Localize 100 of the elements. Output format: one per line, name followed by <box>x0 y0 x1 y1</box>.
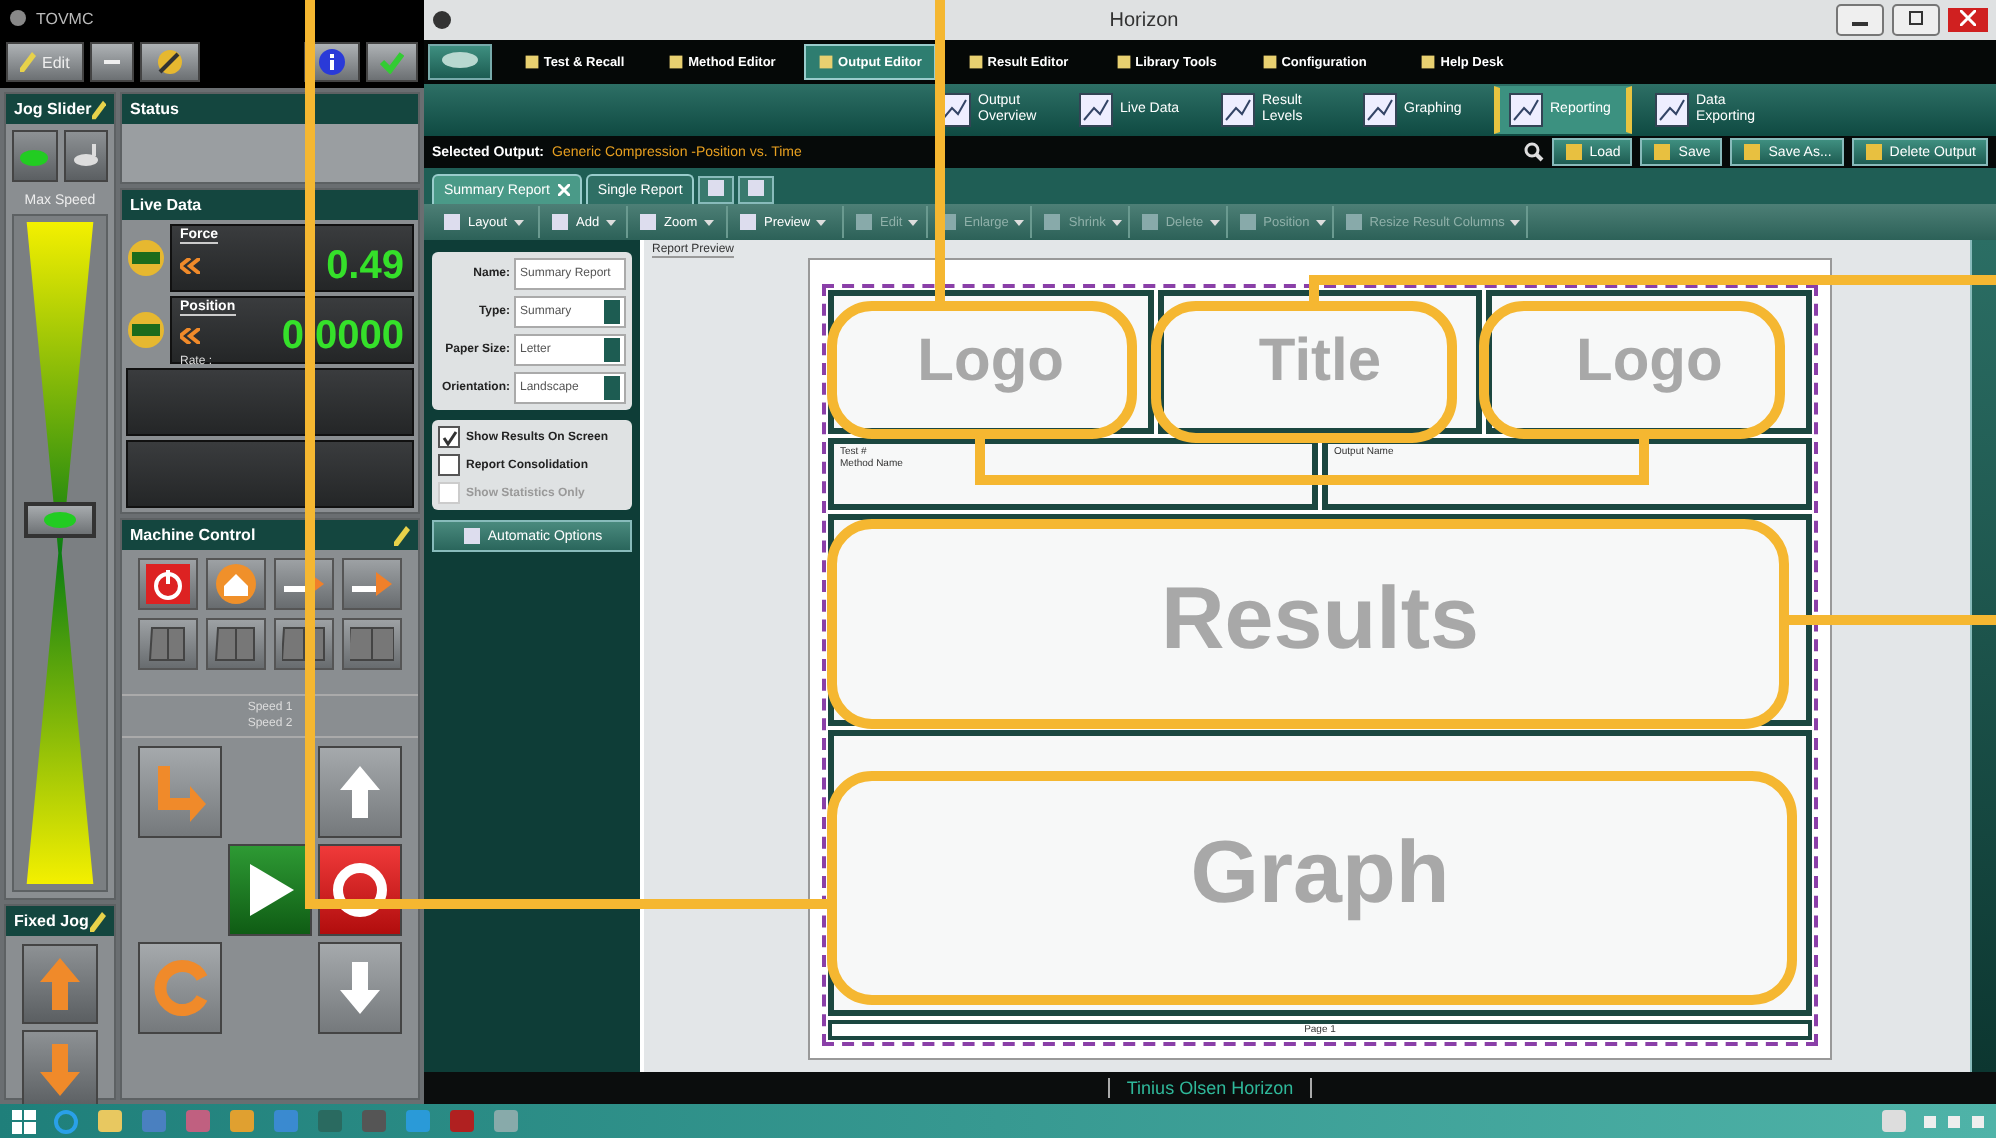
app-icon <box>492 1108 520 1134</box>
caret-icon <box>703 219 714 225</box>
tool-icon <box>818 54 835 70</box>
machine-button[interactable] <box>206 558 266 610</box>
browser-icon <box>52 1108 80 1134</box>
window-title: TOVMC <box>36 9 94 27</box>
tool-icon <box>854 212 874 232</box>
fast-mode-button[interactable] <box>63 130 108 182</box>
slow-mode-button[interactable] <box>12 130 57 182</box>
app-icon <box>8 8 28 28</box>
new-tab-button[interactable] <box>698 176 735 204</box>
panel-title: Status <box>130 100 179 118</box>
pencil-icon <box>394 525 410 545</box>
caret-icon <box>1014 219 1025 225</box>
tool-icon <box>1042 212 1063 232</box>
jog-down-button[interactable] <box>22 1030 98 1110</box>
caret-icon <box>1111 219 1122 225</box>
machine-button[interactable] <box>206 618 266 670</box>
tool-icon <box>738 212 758 232</box>
refresh-icon <box>150 958 210 1018</box>
arrow-down-icon <box>36 1040 84 1100</box>
report-cell: Graph <box>828 730 1812 1016</box>
copy-tab-button[interactable] <box>738 176 775 204</box>
tool-icon <box>967 54 984 70</box>
pencil-icon <box>91 99 106 119</box>
machine-button[interactable] <box>342 558 402 610</box>
tool-icon <box>1237 212 1258 232</box>
window-title: Horizon <box>1107 9 1181 31</box>
restore-icon <box>1908 10 1924 26</box>
home-icon <box>440 50 480 70</box>
caret-icon <box>816 219 827 225</box>
chevron-icon <box>180 257 200 273</box>
machine-button[interactable] <box>138 558 198 610</box>
section-icon <box>1078 92 1114 128</box>
checkbox[interactable] <box>438 454 460 476</box>
home-button[interactable] <box>428 44 492 80</box>
arrow-up-icon <box>36 954 84 1014</box>
tools-button[interactable] <box>139 42 200 82</box>
panel-title: Live Data <box>130 196 202 214</box>
reset-button[interactable] <box>138 942 222 1034</box>
minus-button[interactable] <box>89 42 134 82</box>
panel-title: Fixed Jog <box>14 912 89 930</box>
app-icon <box>432 10 452 30</box>
tray-icon <box>1924 1111 1984 1131</box>
caret-icon <box>513 219 524 225</box>
pencil-icon <box>20 52 36 72</box>
tool-icon <box>461 526 482 546</box>
panel-title: Jog Slider <box>14 100 92 118</box>
arrow-up-icon <box>336 762 384 822</box>
gauge-icon <box>126 310 166 350</box>
info-icon <box>318 48 346 76</box>
tool-icon <box>668 54 685 70</box>
wrench-icon <box>153 48 186 76</box>
machine-button[interactable] <box>138 618 198 670</box>
up-button[interactable] <box>318 746 402 838</box>
check-icon <box>380 50 404 74</box>
app-icon <box>360 1108 388 1134</box>
down-button[interactable] <box>318 942 402 1034</box>
section-icon <box>1654 92 1690 128</box>
plates-icon <box>350 624 394 664</box>
power-icon <box>146 564 190 604</box>
minus-icon <box>103 54 120 70</box>
app-icon <box>272 1108 300 1134</box>
restore-button[interactable] <box>1892 4 1940 36</box>
return-button[interactable] <box>138 746 222 838</box>
tool-icon <box>523 54 540 70</box>
search-icon <box>1523 142 1544 162</box>
arrow-down-icon <box>336 958 384 1018</box>
tool-icon <box>442 212 462 232</box>
caret-icon <box>605 219 616 225</box>
status-button[interactable] <box>366 42 418 82</box>
close-button[interactable] <box>1948 8 1988 32</box>
tool-icon <box>550 212 570 232</box>
tool-icon <box>706 178 727 198</box>
caret-icon <box>1510 219 1521 225</box>
caret-icon <box>908 219 919 225</box>
tool-icon <box>1742 142 1763 162</box>
slider-thumb[interactable] <box>24 501 96 538</box>
jog-up-button[interactable] <box>22 944 98 1024</box>
start-button[interactable] <box>228 844 312 936</box>
status-text: Tinius Olsen Horizon <box>1108 1078 1312 1098</box>
plates-icon <box>214 624 258 664</box>
tool-icon <box>1863 142 1884 162</box>
machine-button[interactable] <box>342 618 402 670</box>
tool-icon <box>1420 54 1437 70</box>
minimize-button[interactable] <box>1836 4 1884 36</box>
plates-icon <box>146 624 190 664</box>
section-icon <box>1508 92 1544 128</box>
app-icon <box>448 1108 476 1134</box>
checkbox[interactable] <box>438 426 460 448</box>
app-icon <box>140 1108 168 1134</box>
stop-icon <box>330 860 390 920</box>
app-icon <box>228 1108 256 1134</box>
tool-icon <box>1115 54 1132 70</box>
app-icon <box>184 1108 212 1134</box>
tool-icon <box>1343 212 1364 232</box>
keyboard-icon <box>1880 1108 1908 1134</box>
home-icon <box>214 564 258 604</box>
close-icon <box>1960 10 1976 26</box>
report-cell: Results <box>828 514 1812 726</box>
